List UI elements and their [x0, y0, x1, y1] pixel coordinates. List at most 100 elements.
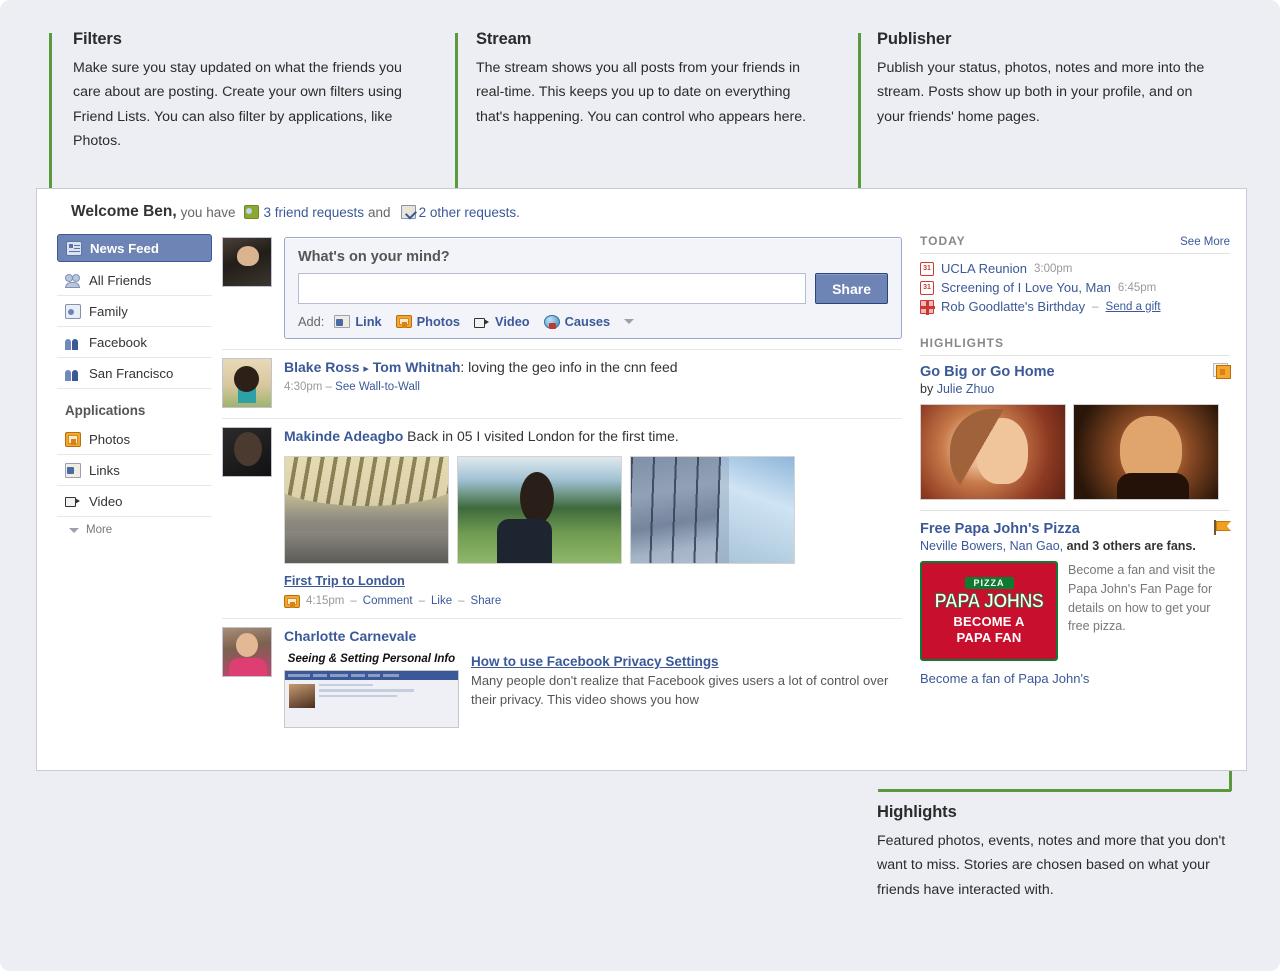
calendar-icon: 31 — [920, 261, 934, 276]
chevron-down-icon[interactable] — [624, 319, 635, 324]
callout-stream-title: Stream — [476, 30, 532, 48]
today-event-birthday[interactable]: Rob Goodlatte's Birthday – Send a gift — [920, 299, 1230, 315]
add-causes-label: Causes — [564, 314, 611, 329]
add-label: Add: — [298, 314, 325, 329]
add-link-button[interactable]: Link — [334, 314, 382, 329]
today-label: TODAY — [920, 234, 966, 248]
callout-highlights-title: Highlights — [877, 803, 957, 821]
event-title[interactable]: UCLA Reunion — [941, 261, 1027, 276]
become-a-fan-link[interactable]: Become a fan of Papa John's — [920, 671, 1230, 686]
share-link[interactable]: Share — [471, 595, 502, 607]
sidebar-more-button[interactable]: More — [57, 517, 212, 536]
sidebar-item-photos[interactable]: Photos — [57, 424, 212, 455]
today-event-ucla-reunion[interactable]: 31 UCLA Reunion 3:00pm — [920, 261, 1230, 276]
home-three-column-layout: News Feed All Friends Family Facebook Sa — [37, 231, 1246, 738]
video-screenshot — [284, 669, 459, 728]
add-video-label: Video — [495, 314, 530, 329]
send-a-gift-link[interactable]: Send a gift — [1106, 301, 1161, 313]
album-photo-strip — [284, 455, 902, 564]
post-text: : loving the geo info in the cnn feed — [460, 359, 678, 375]
highlight-photo-portrait-woman[interactable] — [920, 404, 1066, 500]
album-title-link[interactable]: First Trip to London — [284, 573, 405, 588]
video-description: Many people don't realize that Facebook … — [471, 672, 889, 707]
video-thumbnail[interactable]: Seeing & Setting Personal Info — [284, 653, 459, 728]
other-request-icon — [400, 205, 416, 219]
event-time: 6:45pm — [1117, 281, 1157, 294]
highlight-photo-portrait-man-glasses[interactable] — [1073, 404, 1219, 500]
add-photos-button[interactable]: Photos — [395, 314, 461, 329]
sidebar-item-family[interactable]: Family — [57, 296, 212, 327]
post-author-link[interactable]: Makinde Adeagbo — [284, 428, 403, 444]
sidebar-item-all-friends[interactable]: All Friends — [57, 265, 212, 296]
sidebar-item-news-feed[interactable]: News Feed — [57, 234, 212, 262]
sidebar-item-san-francisco[interactable]: San Francisco — [57, 358, 212, 389]
video-title-link[interactable]: How to use Facebook Privacy Settings — [471, 654, 719, 669]
like-link[interactable]: Like — [431, 595, 452, 607]
meta-separator: – — [350, 595, 357, 608]
causes-icon — [543, 314, 560, 329]
post-author-link[interactable]: Blake Ross — [284, 359, 359, 375]
byline-prefix: by — [920, 382, 934, 396]
highlight-byline: by Julie Zhuo — [920, 382, 1055, 396]
see-wall-to-wall-link[interactable]: See Wall-to-Wall — [335, 381, 420, 393]
photos-icon — [1213, 363, 1231, 379]
highlight-title-link[interactable]: Go Big or Go Home — [920, 364, 1055, 380]
add-causes-button[interactable]: Causes — [543, 314, 611, 329]
today-event-screening[interactable]: 31 Screening of I Love You, Man 6:45pm — [920, 280, 1230, 295]
add-link-label: Link — [355, 314, 382, 329]
papa-johns-logo-image[interactable]: PIZZA PAPA JOHNS BECOME A PAPA FAN — [920, 561, 1058, 661]
meta-separator: – — [418, 595, 426, 608]
sidebar-item-video[interactable]: Video — [57, 486, 212, 517]
highlight-go-big-or-go-home: Go Big or Go Home by Julie Zhuo — [920, 363, 1231, 500]
byline-author-link[interactable]: Julie Zhuo — [937, 382, 995, 396]
friend-list-icon — [65, 335, 81, 350]
comment-link[interactable]: Comment — [363, 595, 413, 607]
welcome-mid-text: you have — [180, 204, 236, 220]
event-title[interactable]: Screening of I Love You, Man — [941, 280, 1111, 295]
friend-request-icon — [244, 205, 260, 219]
post-author-link[interactable]: Charlotte Carnevale — [284, 628, 416, 644]
annotated-canvas: Filters Make sure you stay updated on wh… — [0, 0, 1280, 971]
publisher-input-row: Share — [298, 273, 888, 304]
event-time: 3:00pm — [1034, 262, 1073, 275]
add-video-button[interactable]: Video — [474, 314, 530, 329]
photos-icon — [65, 431, 81, 447]
stream-post-album: Makinde Adeagbo Back in 05 I visited Lon… — [222, 418, 902, 618]
friend-requests-link[interactable]: 3 friend requests — [263, 205, 364, 220]
callout-publisher: Publisher Publish your status, photos, n… — [877, 30, 1222, 129]
link-icon — [334, 315, 351, 328]
avatar — [222, 237, 272, 287]
status-input[interactable] — [298, 273, 807, 304]
sidebar-item-facebook[interactable]: Facebook — [57, 327, 212, 358]
see-more-link[interactable]: See More — [1180, 236, 1230, 248]
highlight-title-link[interactable]: Free Papa John's Pizza — [920, 521, 1080, 537]
other-requests-link[interactable]: 2 other requests. — [419, 205, 520, 220]
links-icon — [65, 462, 81, 478]
calendar-icon: 31 — [920, 280, 934, 295]
add-photos-label: Photos — [416, 314, 461, 329]
sidebar-item-links[interactable]: Links — [57, 455, 212, 486]
album-photo-london-glass-building[interactable] — [630, 455, 795, 564]
others-link[interactable]: and 3 others — [1067, 539, 1141, 553]
album-photo-london-train-station[interactable] — [284, 455, 449, 564]
wall-arrow-icon: ▸ — [363, 363, 369, 375]
post-target-link[interactable]: Tom Whitnah — [373, 359, 461, 375]
share-button[interactable]: Share — [815, 273, 888, 304]
sidebar-item-label: Links — [89, 462, 120, 478]
meta-separator: – — [325, 380, 332, 393]
post-headline: Makinde Adeagbo Back in 05 I visited Lon… — [284, 427, 902, 447]
video-icon — [474, 315, 490, 328]
fan-offer-description: Become a fan and visit the Papa John's F… — [1068, 563, 1216, 634]
publisher: What's on your mind? Share Add: Link Pho… — [284, 237, 902, 339]
family-icon — [65, 303, 81, 319]
news-feed-icon — [66, 240, 82, 256]
meta-separator: – — [1092, 300, 1099, 313]
callout-filters: Filters Make sure you stay updated on wh… — [73, 30, 423, 154]
album-photo-london-park-portrait[interactable] — [457, 455, 622, 564]
event-title[interactable]: Rob Goodlatte's Birthday — [941, 299, 1085, 314]
sidebar-item-label: News Feed — [90, 240, 159, 256]
video-attachment: Seeing & Setting Personal Info How to us… — [284, 653, 902, 728]
callout-stream: Stream The stream shows you all posts fr… — [476, 30, 824, 129]
highlights-section-header: HIGHLIGHTS — [920, 336, 1230, 356]
fan-names-link[interactable]: Neville Bowers, Nan Gao, — [920, 539, 1063, 553]
